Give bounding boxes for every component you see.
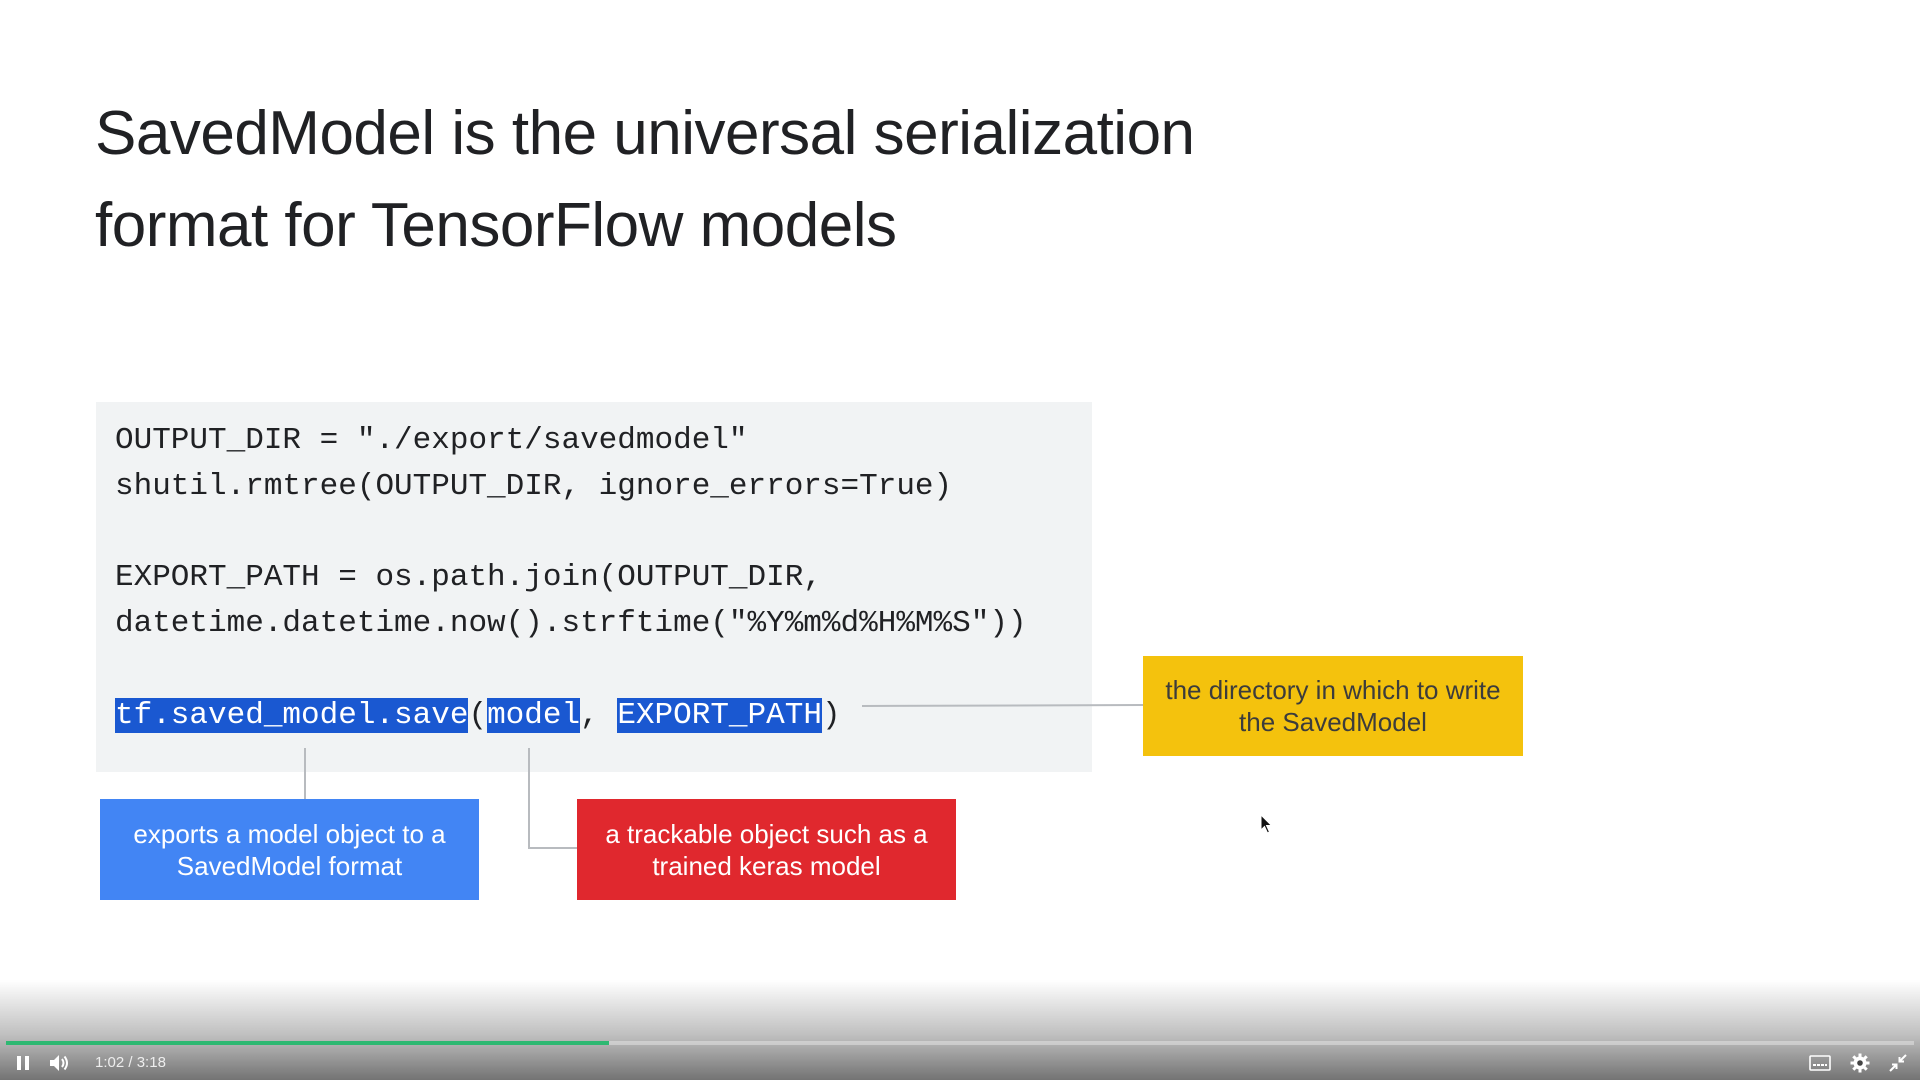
- callout-save-description: exports a model object to a SavedModel f…: [100, 799, 479, 900]
- gear-icon: [1850, 1053, 1870, 1073]
- player-controls-bar: [0, 980, 1920, 1080]
- slide-title: SavedModel is the universal serializatio…: [95, 88, 1595, 272]
- code-line-save: tf.saved_model.save(model, EXPORT_PATH): [115, 693, 841, 739]
- video-frame[interactable]: SavedModel is the universal serializatio…: [0, 0, 1920, 1080]
- code-line-export-path: EXPORT_PATH = os.path.join(OUTPUT_DIR,: [115, 560, 822, 595]
- captions-icon: [1809, 1055, 1831, 1071]
- slide-title-line-1: SavedModel is the universal serializatio…: [95, 99, 1195, 168]
- mouse-cursor-icon: [1260, 814, 1273, 834]
- captions-button[interactable]: [1808, 1050, 1832, 1076]
- settings-button[interactable]: [1848, 1050, 1872, 1076]
- selected-save-function: tf.saved_model.save: [115, 698, 469, 733]
- play-pause-button[interactable]: [12, 1050, 34, 1076]
- volume-icon: [50, 1055, 68, 1071]
- connector-model-to-red-vertical: [528, 748, 530, 848]
- time-separator: /: [124, 1054, 137, 1071]
- connector-save-to-blue: [304, 748, 306, 799]
- code-comma: ,: [580, 698, 618, 733]
- progress-bar[interactable]: [6, 1041, 1914, 1045]
- slide-title-line-2: format for TensorFlow models: [95, 191, 897, 260]
- exit-fullscreen-icon: [1889, 1054, 1907, 1072]
- exit-fullscreen-button[interactable]: [1886, 1050, 1910, 1076]
- code-close-paren: ): [821, 698, 841, 733]
- selected-export-path-argument: EXPORT_PATH: [617, 698, 822, 733]
- callout-model-description: a trackable object such as a trained ker…: [577, 799, 956, 900]
- duration: 3:18: [136, 1054, 166, 1071]
- code-line-rmtree: shutil.rmtree(OUTPUT_DIR, ignore_errors=…: [115, 469, 953, 504]
- time-display: 1:02 / 3:18: [95, 1051, 166, 1075]
- code-line-strftime: datetime.datetime.now().strftime("%Y%m%d…: [115, 606, 1027, 641]
- code-line-output-dir: OUTPUT_DIR = "./export/savedmodel": [115, 423, 748, 458]
- selected-model-argument: model: [487, 698, 581, 733]
- code-open-paren: (: [468, 698, 488, 733]
- connector-model-to-red-horizontal: [528, 847, 577, 849]
- current-time: 1:02: [95, 1054, 125, 1071]
- pause-icon: [17, 1056, 29, 1070]
- volume-button[interactable]: [47, 1050, 73, 1076]
- callout-export-path-description: the directory in which to write the Save…: [1143, 656, 1523, 756]
- progress-played: [6, 1041, 609, 1045]
